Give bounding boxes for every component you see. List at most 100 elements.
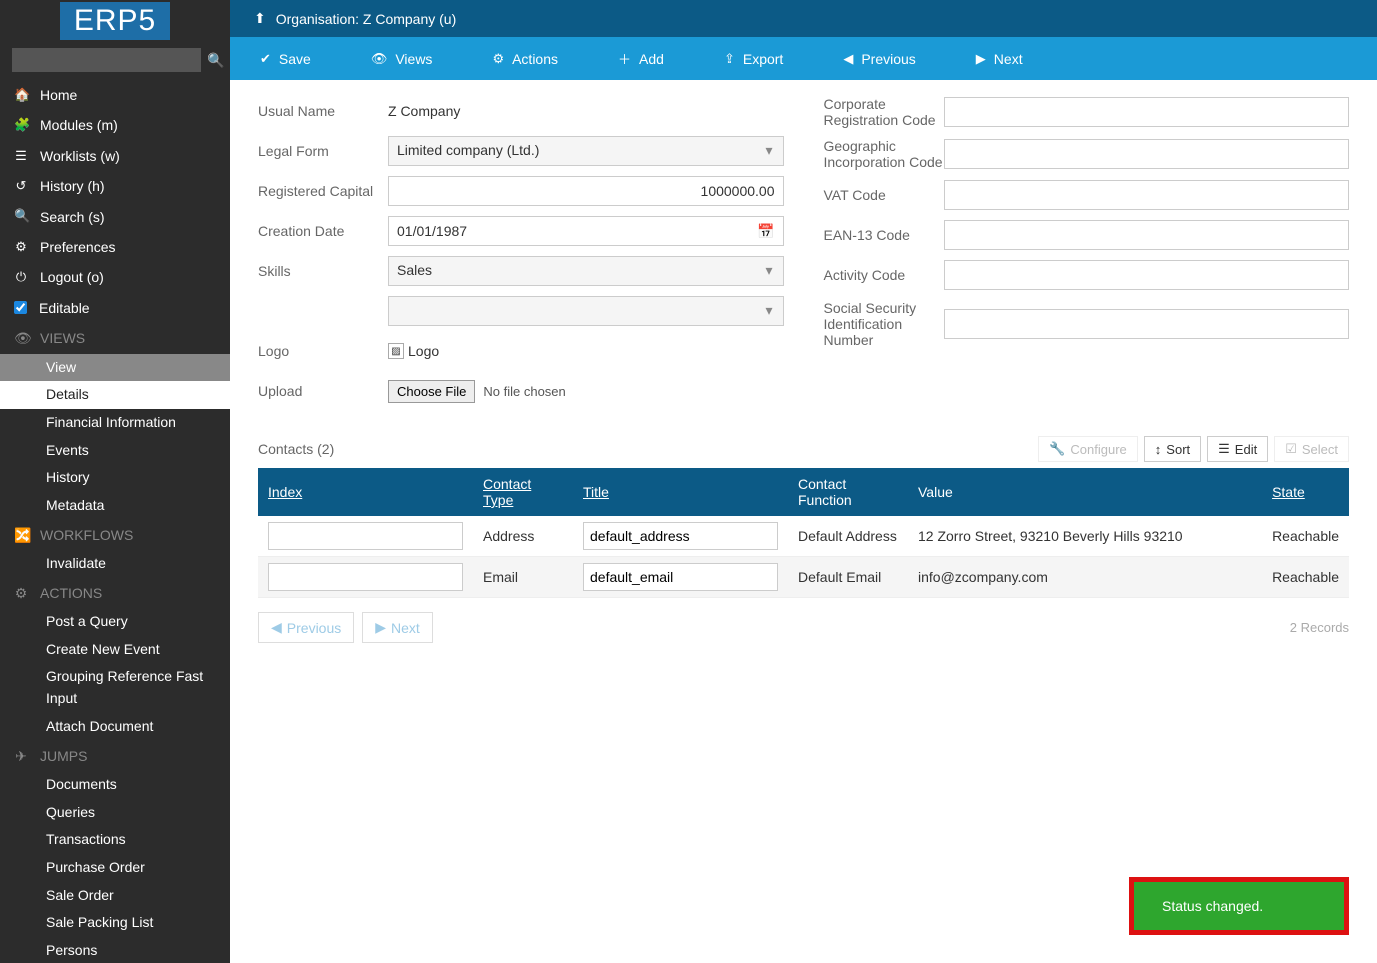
nav-preferences[interactable]: ⚙Preferences [0, 232, 230, 262]
edit-button[interactable]: ☰Edit [1207, 436, 1268, 462]
search-icon[interactable]: 🔍 [207, 52, 224, 69]
col-title[interactable]: Title [573, 468, 788, 516]
search-input[interactable] [12, 48, 201, 72]
next-button[interactable]: ▶Next [946, 37, 1053, 80]
nav-worklists-label: Worklists (w) [40, 145, 120, 167]
geo-inc-input[interactable] [944, 139, 1350, 169]
list-icon: ☰ [14, 146, 28, 167]
ssn-input[interactable] [944, 309, 1350, 339]
nav-search[interactable]: 🔍Search (s) [0, 202, 230, 232]
activity-label: Activity Code [824, 267, 944, 283]
content: Usual NameZ Company Legal FormLimited co… [230, 80, 1377, 963]
col-value[interactable]: Value [908, 468, 1262, 516]
sidebar-item-queries[interactable]: Queries [0, 799, 230, 827]
nav-preferences-label: Preferences [40, 236, 115, 258]
actions-button[interactable]: ⚙Actions [462, 37, 588, 80]
caret-right-icon: ▶ [976, 51, 986, 67]
app-logo: ERP5 [60, 2, 170, 40]
choose-file-button[interactable]: Choose File [388, 380, 475, 403]
views-button[interactable]: 👁Views [341, 37, 463, 80]
status-toast: Status changed. [1129, 877, 1349, 935]
nav-history-label: History (h) [40, 175, 105, 197]
previous-button[interactable]: ◀Previous [813, 37, 945, 80]
row0-value: 12 Zorro Street, 93210 Beverly Hills 932… [908, 516, 1262, 557]
editable-checkbox[interactable] [14, 301, 27, 314]
row0-function: Default Address [788, 516, 908, 557]
nav-logout[interactable]: ⏻Logout (o) [0, 262, 230, 292]
breadcrumb[interactable]: ⬆ Organisation: Z Company (u) [230, 0, 1377, 37]
skills-select-1[interactable]: Sales [388, 256, 784, 286]
sidebar-item-purchase-order[interactable]: Purchase Order [0, 854, 230, 882]
row1-title-input[interactable] [583, 563, 778, 591]
creation-date-input[interactable]: 01/01/1987📅 [388, 216, 784, 246]
sidebar-item-transactions[interactable]: Transactions [0, 826, 230, 854]
sidebar: ERP5 🔍 🏠Home 🧩Modules (m) ☰ Worklists (w)… [0, 0, 230, 963]
upload-label: Upload [258, 383, 388, 399]
add-button[interactable]: ＋Add [588, 37, 694, 80]
sidebar-item-grouping[interactable]: Grouping Reference Fast Input [0, 663, 230, 712]
legal-form-select[interactable]: Limited company (Ltd.) [388, 136, 784, 166]
vat-input[interactable] [944, 180, 1350, 210]
registered-capital-input[interactable] [388, 176, 784, 206]
configure-label: Configure [1070, 442, 1126, 457]
row1-value: info@zcompany.com [908, 557, 1262, 598]
sidebar-item-sale-packing[interactable]: Sale Packing List [0, 909, 230, 937]
export-label: Export [743, 51, 783, 67]
nav-editable[interactable]: Editable [0, 293, 230, 323]
sidebar-item-events[interactable]: Events [0, 437, 230, 465]
col-contact-type[interactable]: Contact Type [473, 468, 573, 516]
row1-function: Default Email [788, 557, 908, 598]
col-index[interactable]: Index [258, 468, 473, 516]
calendar-icon[interactable]: 📅 [757, 223, 774, 240]
sort-button[interactable]: ↕Sort [1144, 436, 1201, 462]
sidebar-item-financial[interactable]: Financial Information [0, 409, 230, 437]
nav-modules[interactable]: 🧩Modules (m) [0, 110, 230, 140]
sidebar-item-history[interactable]: History [0, 464, 230, 492]
section-jumps-label: JUMPS [40, 745, 87, 767]
breadcrumb-text: Organisation: Z Company (u) [276, 11, 457, 27]
logo-image-broken: ▨Logo [388, 343, 439, 359]
sidebar-item-documents[interactable]: Documents [0, 771, 230, 799]
export-button[interactable]: ⇪Export [694, 37, 813, 80]
select-button: ☑Select [1274, 436, 1349, 462]
row0-type: Address [473, 516, 573, 557]
row0-index-input[interactable] [268, 522, 463, 550]
up-arrow-icon[interactable]: ⬆ [254, 10, 266, 27]
pager-prev-label: Previous [287, 620, 341, 636]
caret-left-icon: ◀ [843, 51, 853, 67]
sidebar-item-invalidate[interactable]: Invalidate [0, 550, 230, 578]
activity-input[interactable] [944, 260, 1350, 290]
row0-title-input[interactable] [583, 522, 778, 550]
caret-left-icon: ◀ [271, 619, 282, 636]
nav-home[interactable]: 🏠Home [0, 80, 230, 110]
skills-label: Skills [258, 263, 388, 279]
nav-worklists[interactable]: ☰ Worklists (w) [0, 141, 230, 171]
ssn-label: Social Security Identification Number [824, 300, 944, 348]
ean-input[interactable] [944, 220, 1350, 250]
save-button[interactable]: ✔Save [230, 37, 341, 80]
table-row[interactable]: Address Default Address 12 Zorro Street,… [258, 516, 1349, 557]
sidebar-item-metadata[interactable]: Metadata [0, 492, 230, 520]
sidebar-item-persons[interactable]: Persons [0, 937, 230, 963]
skills-select-2[interactable] [388, 296, 784, 326]
main: ⬆ Organisation: Z Company (u) ✔Save 👁Vie… [230, 0, 1377, 963]
nav-modules-label: Modules (m) [40, 114, 118, 136]
row1-index-input[interactable] [268, 563, 463, 591]
col-contact-function[interactable]: Contact Function [788, 468, 908, 516]
sidebar-item-sale-order[interactable]: Sale Order [0, 882, 230, 910]
broken-image-icon: ▨ [388, 343, 404, 359]
corp-reg-input[interactable] [944, 97, 1350, 127]
pager-next-label: Next [391, 620, 420, 636]
save-label: Save [279, 51, 311, 67]
table-row[interactable]: Email Default Email info@zcompany.com Re… [258, 557, 1349, 598]
sidebar-item-view[interactable]: View [0, 354, 230, 382]
pager-previous: ◀ Previous [258, 612, 354, 643]
col-state[interactable]: State [1262, 468, 1349, 516]
section-views-label: VIEWS [40, 327, 85, 349]
sidebar-item-post-query[interactable]: Post a Query [0, 608, 230, 636]
sidebar-item-attach[interactable]: Attach Document [0, 713, 230, 741]
sidebar-item-create-event[interactable]: Create New Event [0, 636, 230, 664]
nav-history[interactable]: ↺History (h) [0, 171, 230, 201]
plane-icon: ✈ [14, 745, 28, 767]
sidebar-item-details[interactable]: Details [0, 381, 230, 409]
